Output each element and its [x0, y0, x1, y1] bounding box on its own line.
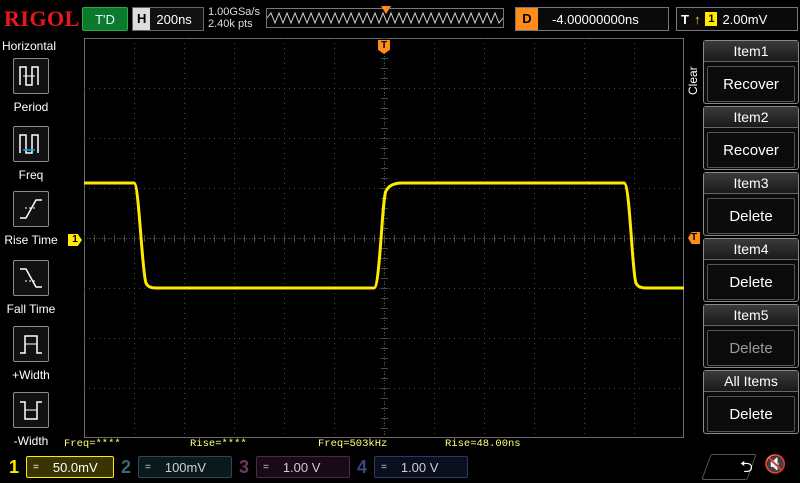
- measure-frequency-button[interactable]: Freq: [2, 126, 60, 182]
- measurement-item: Rise=48.00ns: [445, 438, 521, 450]
- timebase-tag: H: [133, 8, 151, 30]
- trigger-source: 1: [705, 12, 718, 26]
- acquisition-info: 1.00GSa/s 2.40k pts: [208, 6, 260, 30]
- channel3-setting[interactable]: 3 = 1.00 V: [232, 456, 350, 478]
- measurement-item: Freq=503kHz: [318, 438, 388, 450]
- clear-item1-card: Item1 Recover: [703, 40, 799, 104]
- menu-item-label: Period: [13, 100, 49, 114]
- channel1-ground-marker[interactable]: 1: [68, 234, 82, 246]
- measure-positive-width-button[interactable]: +Width: [2, 326, 60, 382]
- dc-coupling-icon: =: [145, 461, 151, 473]
- menu-item-label: Freq: [18, 168, 44, 182]
- rise-time-icon: [13, 191, 49, 227]
- channel3-number: 3: [238, 456, 249, 477]
- channel1-number: 1: [8, 456, 19, 477]
- channel1-scale: 50.0mV: [52, 459, 98, 475]
- measure-period-button[interactable]: Period: [2, 58, 60, 114]
- graticule: [84, 38, 684, 438]
- channel2-setting[interactable]: 2 = 100mV: [114, 456, 232, 478]
- channel3-scale: 1.00 V: [282, 459, 321, 475]
- channel-status-bar: 1 = 50.0mV 2 = 100mV 3 = 1.00 V 4 = 1.00…: [0, 452, 800, 480]
- waveform-display[interactable]: [84, 38, 684, 438]
- rising-edge-icon: ↑: [693, 11, 701, 27]
- channel4-number: 4: [356, 456, 367, 477]
- brand-logo: RIGOL: [4, 6, 80, 31]
- clear-item2-card: Item2 Recover: [703, 106, 799, 170]
- channel4-scale-box: = 1.00 V: [374, 456, 468, 478]
- speaker-muted-icon[interactable]: 🔇: [764, 454, 786, 475]
- measurement-item: Freq=****: [64, 438, 121, 450]
- dc-coupling-icon: =: [381, 461, 387, 473]
- item-title: Item5: [704, 305, 798, 326]
- horizontal-timebase[interactable]: H 200ns: [132, 7, 204, 31]
- period-icon: [13, 58, 49, 94]
- clear-menu-label: Clear: [686, 66, 700, 95]
- clear-all-items-card: All Items Delete: [703, 370, 799, 434]
- trigger-position-label: T: [380, 40, 388, 51]
- menu-item-label: -Width: [13, 434, 49, 448]
- clear-item3-card: Item3 Delete: [703, 172, 799, 236]
- item-title: Item3: [704, 173, 798, 194]
- measurement-item: Rise=****: [190, 438, 247, 450]
- channel1-scale-box: = 50.0mV: [26, 456, 114, 478]
- trigger-level-marker[interactable]: T: [688, 232, 700, 244]
- run-status-badge[interactable]: T'D: [82, 7, 128, 31]
- channel4-scale: 1.00 V: [400, 459, 439, 475]
- dc-coupling-icon: =: [263, 461, 269, 473]
- fall-time-icon: [13, 260, 49, 296]
- measurement-readout: Freq=**** Rise=**** Freq=503kHz Rise=48.…: [64, 438, 684, 452]
- timebase-value: 200ns: [156, 11, 192, 27]
- ground-marker-label: 1: [72, 234, 78, 245]
- item-title: All Items: [704, 371, 798, 392]
- horizontal-delay[interactable]: D -4.00000000ns: [515, 7, 669, 31]
- menu-item-label: +Width: [12, 368, 50, 382]
- item5-delete-button[interactable]: Delete: [707, 330, 795, 366]
- dc-coupling-icon: =: [33, 461, 39, 473]
- horizontal-measure-menu: Horizontal Period Freq Rise Time Fall Ti…: [0, 36, 62, 456]
- item1-recover-button[interactable]: Recover: [707, 66, 795, 102]
- channel4-setting[interactable]: 4 = 1.00 V: [350, 456, 468, 478]
- sample-rate: 1.00GSa/s: [208, 6, 260, 18]
- trigger-status[interactable]: T ↑ 1 2.00mV: [676, 7, 798, 31]
- measure-rise-time-button[interactable]: Rise Time: [2, 191, 60, 247]
- channel1-setting[interactable]: 1 = 50.0mV: [2, 456, 114, 478]
- channel2-number: 2: [120, 456, 131, 477]
- menu-item-label: Rise Time: [4, 233, 58, 247]
- delay-value: -4.00000000ns: [552, 11, 639, 27]
- item-title: Item1: [704, 41, 798, 62]
- delay-tag: D: [516, 8, 538, 30]
- item-title: Item4: [704, 239, 798, 260]
- measure-negative-width-button[interactable]: -Width: [2, 392, 60, 448]
- item3-delete-button[interactable]: Delete: [707, 198, 795, 234]
- trigger-tag: T: [681, 11, 689, 27]
- clear-item4-card: Item4 Delete: [703, 238, 799, 302]
- channel3-scale-box: = 1.00 V: [256, 456, 350, 478]
- menu-item-label: Fall Time: [6, 302, 56, 316]
- measure-fall-time-button[interactable]: Fall Time: [2, 260, 60, 316]
- top-status-bar: RIGOL T'D H 200ns 1.00GSa/s 2.40k pts D …: [0, 0, 800, 36]
- all-items-delete-button[interactable]: Delete: [707, 396, 795, 432]
- memory-depth: 2.40k pts: [208, 18, 253, 30]
- frequency-icon: [13, 126, 49, 162]
- channel2-scale: 100mV: [164, 459, 207, 475]
- item2-recover-button[interactable]: Recover: [707, 132, 795, 168]
- negative-width-icon: [13, 392, 49, 428]
- trigger-level: 2.00mV: [722, 11, 768, 27]
- item-title: Item2: [704, 107, 798, 128]
- clear-item5-card: Item5 Delete: [703, 304, 799, 368]
- positive-width-icon: [13, 326, 49, 362]
- channel2-scale-box: = 100mV: [138, 456, 232, 478]
- item4-delete-button[interactable]: Delete: [707, 264, 795, 300]
- memory-trigger-marker: [381, 6, 391, 14]
- trigger-marker-label: T: [690, 232, 698, 243]
- menu-title: Horizontal: [2, 39, 57, 53]
- usb-icon: ⮌: [740, 459, 753, 476]
